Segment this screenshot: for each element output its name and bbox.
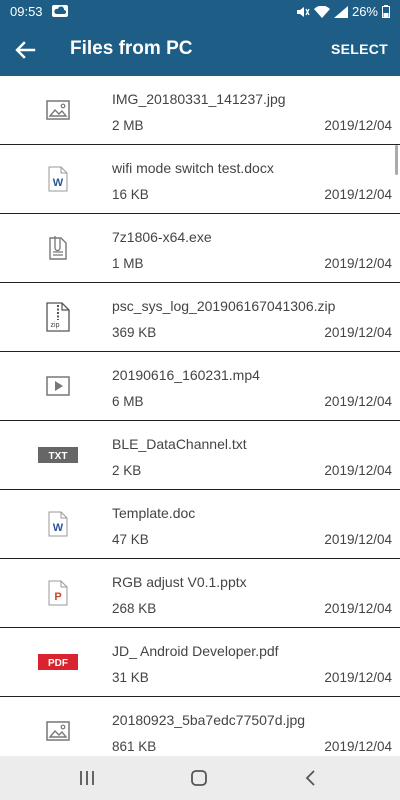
battery-percent: 26% (351, 4, 378, 19)
file-size: 16 KB (112, 187, 149, 202)
file-date: 2019/12/04 (324, 394, 392, 409)
zip-file-icon: zip (38, 301, 78, 333)
file-date: 2019/12/04 (324, 670, 392, 685)
file-size: 268 KB (112, 601, 157, 616)
status-time: 09:53 (10, 4, 43, 19)
system-nav-bar (0, 756, 400, 800)
file-name: IMG_20180331_141237.jpg (112, 91, 286, 107)
cloud-notification-icon (52, 5, 68, 17)
video-icon (38, 370, 78, 402)
txt-icon-label: TXT (49, 451, 68, 462)
file-date: 2019/12/04 (324, 739, 392, 754)
file-row[interactable]: zip psc_sys_log_201906167041306.zip 369 … (0, 283, 400, 352)
status-icons: 26% (296, 4, 390, 19)
file-row[interactable]: W Template.doc 47 KB 2019/12/04 (0, 490, 400, 559)
file-date: 2019/12/04 (324, 256, 392, 271)
file-row[interactable]: W wifi mode switch test.docx 16 KB 2019/… (0, 145, 400, 214)
app-bar: Files from PC SELECT (0, 24, 400, 76)
file-name: wifi mode switch test.docx (112, 160, 274, 176)
file-name: Template.doc (112, 505, 196, 521)
file-size: 31 KB (112, 670, 149, 685)
pdf-icon-label: PDF (48, 658, 68, 669)
file-name: 20180923_5ba7edc77507d.jpg (112, 712, 306, 728)
mute-icon (296, 6, 310, 17)
svg-text:zip: zip (51, 322, 60, 329)
file-size: 861 KB (112, 739, 157, 754)
file-date: 2019/12/04 (324, 325, 392, 340)
select-button[interactable]: SELECT (331, 41, 388, 57)
battery-icon (382, 5, 390, 18)
file-name: JD_ Android Developer.pdf (112, 643, 279, 659)
file-size: 2 KB (112, 463, 142, 478)
image-icon (38, 94, 78, 126)
file-row[interactable]: TXT BLE_DataChannel.txt 2 KB 2019/12/04 (0, 421, 400, 490)
svg-text:W: W (53, 522, 64, 534)
file-row[interactable]: P RGB adjust V0.1.pptx 268 KB 2019/12/04 (0, 559, 400, 628)
file-row[interactable]: IMG_20180331_141237.jpg 2 MB 2019/12/04 (0, 76, 400, 145)
wifi-icon (313, 5, 330, 18)
word-doc-icon: W (38, 163, 78, 195)
file-name: RGB adjust V0.1.pptx (112, 574, 247, 590)
svg-text:W: W (53, 177, 64, 189)
signal-icon (333, 5, 348, 18)
svg-text:P: P (54, 591, 61, 603)
file-date: 2019/12/04 (324, 463, 392, 478)
file-date: 2019/12/04 (324, 118, 392, 133)
back-arrow-icon[interactable] (12, 36, 40, 64)
page-title: Files from PC (70, 38, 193, 59)
powerpoint-icon: P (38, 577, 78, 609)
file-name: 20190616_160231.mp4 (112, 367, 260, 383)
file-size: 6 MB (112, 394, 144, 409)
file-name: psc_sys_log_201906167041306.zip (112, 298, 336, 314)
recent-apps-icon[interactable] (76, 768, 98, 788)
status-bar: 09:53 26% (0, 0, 400, 24)
back-nav-icon[interactable] (300, 768, 322, 788)
file-size: 2 MB (112, 118, 144, 133)
file-date: 2019/12/04 (324, 601, 392, 616)
file-list: IMG_20180331_141237.jpg 2 MB 2019/12/04 … (0, 76, 400, 756)
file-date: 2019/12/04 (324, 532, 392, 547)
file-name: BLE_DataChannel.txt (112, 436, 247, 452)
file-row[interactable]: 20190616_160231.mp4 6 MB 2019/12/04 (0, 352, 400, 421)
file-size: 369 KB (112, 325, 157, 340)
file-size: 47 KB (112, 532, 149, 547)
attachment-file-icon (38, 232, 78, 264)
txt-file-icon: TXT (38, 439, 78, 471)
word-doc-icon: W (38, 508, 78, 540)
home-icon[interactable] (188, 768, 210, 788)
file-name: 7z1806-x64.exe (112, 229, 212, 245)
file-date: 2019/12/04 (324, 187, 392, 202)
file-row[interactable]: PDF JD_ Android Developer.pdf 31 KB 2019… (0, 628, 400, 697)
file-row[interactable]: 7z1806-x64.exe 1 MB 2019/12/04 (0, 214, 400, 283)
file-row[interactable]: 20180923_5ba7edc77507d.jpg 861 KB 2019/1… (0, 697, 400, 756)
pdf-file-icon: PDF (38, 646, 78, 678)
file-size: 1 MB (112, 256, 144, 271)
image-icon (38, 715, 78, 747)
